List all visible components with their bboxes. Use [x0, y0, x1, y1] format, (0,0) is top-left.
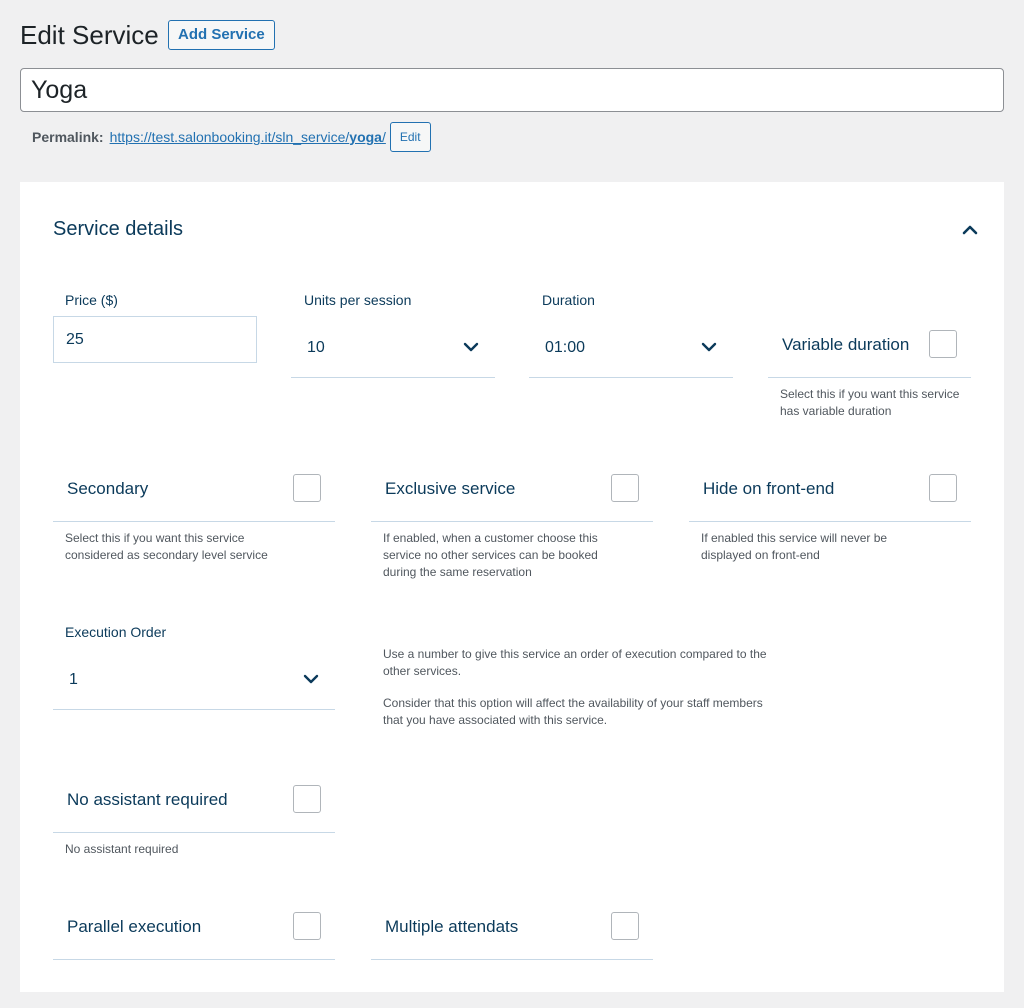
edit-permalink-button[interactable]: Edit — [389, 122, 431, 152]
exclusive-service-checkbox[interactable] — [611, 474, 639, 502]
price-value: 25 — [66, 331, 84, 348]
no-assistant-field: No assistant required — [53, 771, 335, 833]
hide-frontend-label: Hide on front-end — [703, 479, 835, 498]
no-assistant-help: No assistant required — [65, 842, 179, 856]
no-assistant-checkbox[interactable] — [293, 785, 321, 813]
add-service-button[interactable]: Add Service — [168, 20, 275, 50]
duration-label: Duration — [542, 292, 595, 308]
price-input[interactable]: 25 — [53, 316, 257, 363]
parallel-execution-checkbox[interactable] — [293, 912, 321, 940]
no-assistant-label: No assistant required — [67, 790, 228, 809]
units-label: Units per session — [304, 292, 412, 308]
execution-order-help-1: Use a number to give this service an ord… — [383, 647, 767, 678]
variable-duration-label: Variable duration — [782, 335, 910, 354]
chevron-down-icon — [462, 338, 480, 356]
duration-value: 01:00 — [545, 339, 586, 356]
units-select[interactable]: 10 — [291, 316, 495, 378]
multiple-attendants-label: Multiple attendats — [385, 917, 519, 936]
variable-duration-field: Variable duration — [768, 316, 971, 378]
exclusive-service-label: Exclusive service — [385, 479, 516, 498]
multiple-attendants-checkbox[interactable] — [611, 912, 639, 940]
secondary-help: Select this if you want this service con… — [65, 531, 268, 562]
panel-title: Service details — [53, 218, 184, 240]
duration-select[interactable]: 01:00 — [529, 316, 733, 378]
hide-frontend-checkbox[interactable] — [929, 474, 957, 502]
execution-order-help-2: Consider that this option will affect th… — [383, 696, 763, 727]
permalink-label: Permalink: — [32, 129, 104, 145]
permalink: Permalink: https://test.salonbooking.it/… — [32, 122, 431, 152]
execution-order-label: Execution Order — [65, 624, 167, 640]
variable-duration-checkbox[interactable] — [929, 330, 957, 358]
units-value: 10 — [307, 339, 325, 356]
multiple-attendants-field: Multiple attendats — [371, 898, 653, 960]
price-label: Price ($) — [65, 292, 118, 308]
permalink-link[interactable]: https://test.salonbooking.it/sln_service… — [110, 129, 386, 145]
execution-order-select[interactable]: 1 — [53, 648, 335, 710]
chevron-down-icon — [700, 338, 718, 356]
exclusive-service-field: Exclusive service — [371, 460, 653, 522]
hide-frontend-field: Hide on front-end — [689, 460, 971, 522]
service-title-input[interactable] — [20, 68, 1004, 112]
service-details-panel — [20, 182, 1004, 992]
page-title: Edit Service — [20, 20, 159, 50]
secondary-field: Secondary — [53, 460, 335, 522]
variable-duration-help: Select this if you want this service has… — [780, 387, 960, 418]
chevron-up-icon[interactable] — [960, 220, 980, 240]
parallel-execution-label: Parallel execution — [67, 917, 202, 936]
permalink-url-prefix: https://test.salonbooking.it/sln_service… — [109, 129, 350, 145]
permalink-slug: yoga — [349, 129, 382, 145]
execution-order-value: 1 — [69, 671, 78, 688]
secondary-label: Secondary — [67, 479, 149, 498]
chevron-down-icon — [302, 670, 320, 688]
permalink-url-suffix: / — [381, 129, 386, 145]
hide-frontend-help: If enabled this service will never be di… — [701, 531, 888, 562]
parallel-execution-field: Parallel execution — [53, 898, 335, 960]
secondary-checkbox[interactable] — [293, 474, 321, 502]
exclusive-service-help: If enabled, when a customer choose this … — [383, 531, 598, 579]
